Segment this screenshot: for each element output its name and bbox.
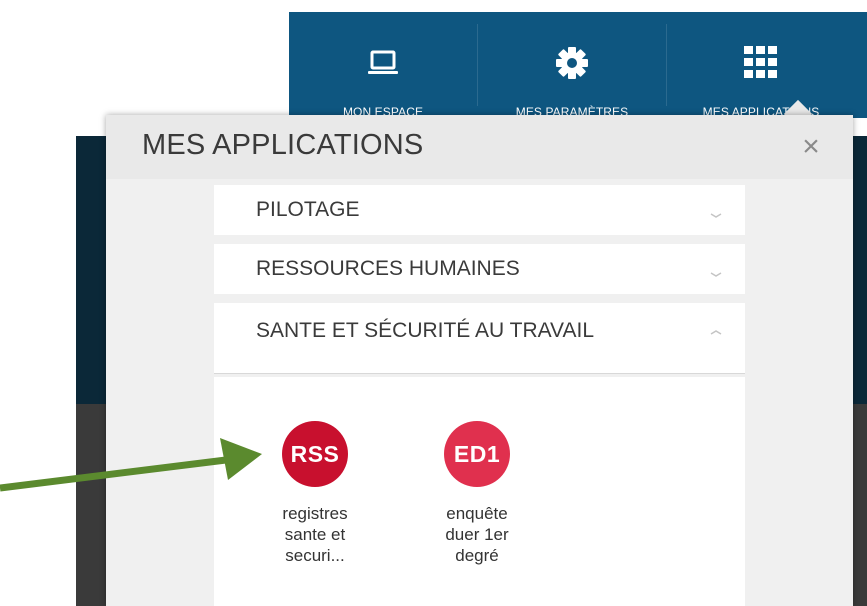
nav-item-mes-parametres[interactable]: MES PARAMÈTRES <box>478 12 666 119</box>
close-icon[interactable]: × <box>795 131 827 163</box>
chevron-down-icon <box>709 205 723 218</box>
accordion-section-label: PILOTAGE <box>256 198 360 221</box>
app-name-line: duer 1er <box>445 525 509 544</box>
app-badge-ed1: ED1 <box>444 421 510 487</box>
nav-item-mes-applications[interactable]: MES APPLICATIONS <box>667 12 855 119</box>
popup-header: MES APPLICATIONS × <box>106 115 853 179</box>
accordion-section-ressources-humaines[interactable]: RESSOURCES HUMAINES <box>214 244 745 294</box>
top-navigation-bar: MON ESPACE MES PARAMÈTRES MES APPLICATIO… <box>289 12 867 119</box>
app-badge-rss: RSS <box>282 421 348 487</box>
page-background-right <box>852 404 867 606</box>
app-tile-ed1[interactable]: ED1 enquête duer 1er degré <box>422 421 532 566</box>
accordion-section-label: SANTE ET SÉCURITÉ AU TRAVAIL <box>256 319 595 342</box>
popup-title: MES APPLICATIONS <box>142 129 424 161</box>
applications-popup: MES APPLICATIONS × PILOTAGE RESSOURCES H… <box>106 115 853 606</box>
app-name-line: degré <box>455 546 499 565</box>
chevron-up-icon <box>709 327 723 339</box>
gear-icon <box>555 46 589 85</box>
app-name-ed1: enquête duer 1er degré <box>422 503 532 566</box>
annotation-arrow <box>0 438 262 492</box>
nav-item-mon-espace[interactable]: MON ESPACE <box>289 12 477 119</box>
app-name-line: registres <box>282 504 348 523</box>
laptop-icon <box>367 50 399 81</box>
applications-accordion: PILOTAGE RESSOURCES HUMAINES SANTE ET SÉ… <box>214 185 745 374</box>
grid-icon <box>744 46 778 85</box>
chevron-down-icon <box>709 264 723 277</box>
page-root: MON ESPACE MES PARAMÈTRES MES APPLICATIO… <box>0 0 867 606</box>
app-name-line: sante et <box>284 525 346 544</box>
app-name-rss: registres sante et securi... <box>260 503 370 566</box>
app-name-line: securi... <box>285 546 345 565</box>
accordion-section-sante-securite-travail[interactable]: SANTE ET SÉCURITÉ AU TRAVAIL <box>214 303 745 374</box>
app-tile-rss[interactable]: RSS registres sante et securi... <box>260 421 370 566</box>
accordion-section-pilotage[interactable]: PILOTAGE <box>214 185 745 235</box>
applications-list: RSS registres sante et securi... ED1 enq… <box>214 377 745 606</box>
app-name-line: enquête <box>446 504 508 523</box>
accordion-section-label: RESSOURCES HUMAINES <box>256 257 520 280</box>
